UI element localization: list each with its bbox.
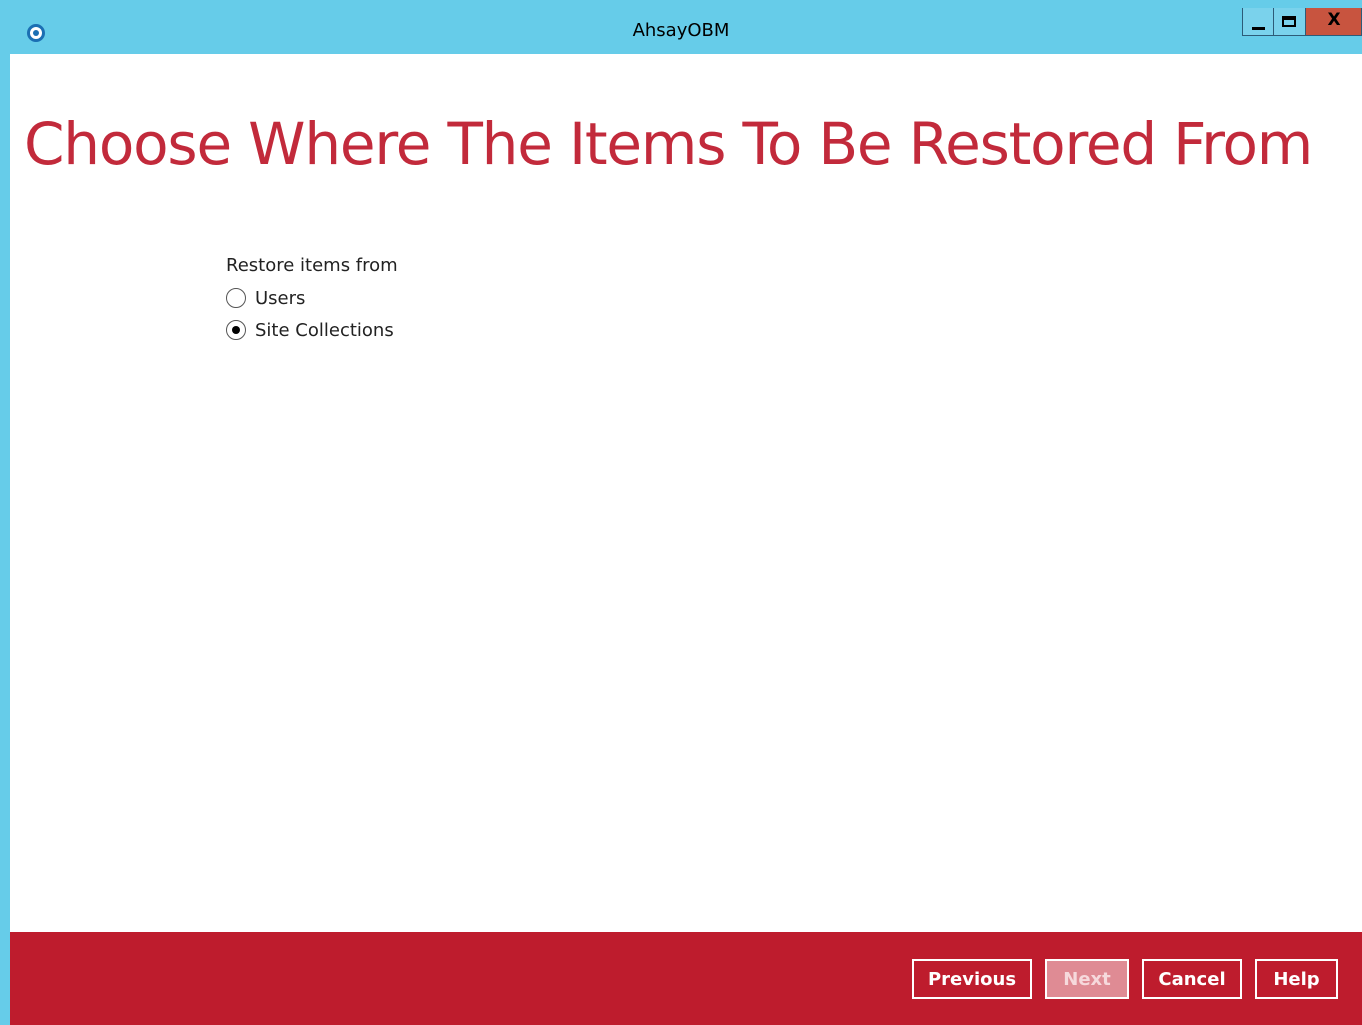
maximize-button[interactable] <box>1274 8 1306 36</box>
maximize-icon <box>1282 16 1296 27</box>
title-bar[interactable]: AhsayOBM X <box>0 0 1362 54</box>
window-title: AhsayOBM <box>632 20 730 41</box>
radio-option-users[interactable]: Users <box>226 286 305 310</box>
ahsayobm-window: AhsayOBM X Choose Where The Items To Be … <box>0 0 1362 1025</box>
help-button[interactable]: Help <box>1255 959 1338 999</box>
footer-button-group: Previous Next Cancel Help <box>912 959 1338 999</box>
window-controls: X <box>1242 8 1362 36</box>
footer-bar: Previous Next Cancel Help <box>10 932 1362 1025</box>
cancel-button[interactable]: Cancel <box>1142 959 1242 999</box>
site-collections-radio-label[interactable]: Site Collections <box>255 320 394 341</box>
users-radio-label[interactable]: Users <box>255 288 305 309</box>
site-collections-radio-button[interactable] <box>226 320 246 340</box>
restore-items-from-label: Restore items from <box>226 255 398 276</box>
close-icon: X <box>1327 10 1341 30</box>
next-button[interactable]: Next <box>1045 959 1129 999</box>
main-content: Choose Where The Items To Be Restored Fr… <box>10 54 1362 932</box>
users-radio-button[interactable] <box>226 288 246 308</box>
previous-button[interactable]: Previous <box>912 959 1032 999</box>
minimize-button[interactable] <box>1242 8 1274 36</box>
radio-option-site-collections[interactable]: Site Collections <box>226 318 394 342</box>
page-title: Choose Where The Items To Be Restored Fr… <box>24 110 1313 178</box>
close-button[interactable]: X <box>1306 8 1362 36</box>
minimize-icon <box>1252 27 1265 30</box>
window-left-border <box>0 54 10 1025</box>
